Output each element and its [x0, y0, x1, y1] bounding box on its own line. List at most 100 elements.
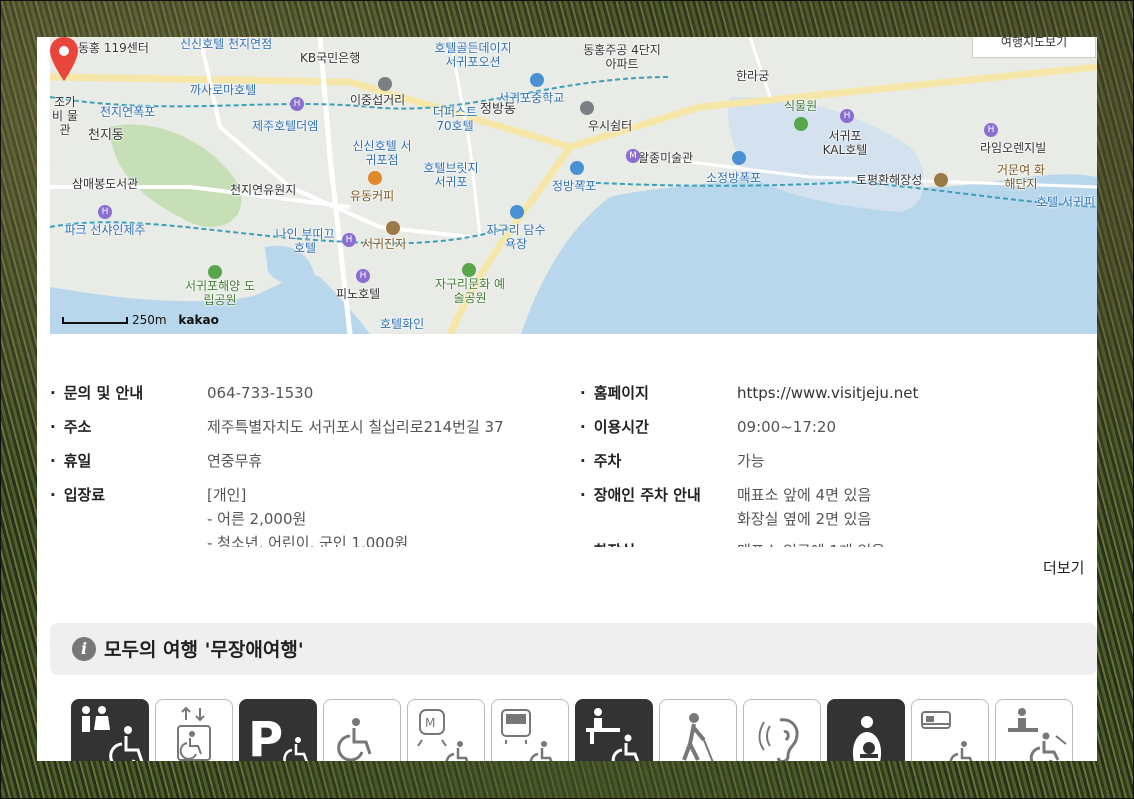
bank-icon — [378, 77, 392, 91]
map-label: 서귀포해양 도립공원 — [184, 279, 256, 307]
map-label: 이중섭거리 — [350, 93, 406, 107]
info-key: 화장실 — [580, 539, 635, 547]
visually-impaired-icon[interactable] — [659, 699, 737, 761]
info-key: 휴일 — [50, 449, 92, 473]
accessible-service-icon — [1008, 708, 1067, 761]
more-button[interactable]: 더보기 — [1043, 557, 1084, 578]
hotel-icon: H — [290, 97, 304, 111]
map-label: 자구리 담수욕장 — [486, 223, 546, 251]
ramp-wheelchair-icon[interactable] — [323, 699, 401, 761]
map-view[interactable]: 동홍 119센터 신신호텔 천지연점 KB국민은행 호텔골든데이지 서귀포오션 … — [50, 37, 1097, 334]
map-label: 서귀포 KAL호텔 — [822, 129, 868, 157]
nursing-room-icon — [853, 716, 881, 761]
map-scale: 250m kakao — [62, 313, 219, 327]
map-label: 왈종미술관 — [638, 151, 694, 165]
bus-wheelchair-icon[interactable] — [491, 699, 569, 761]
info-circle-icon: i — [72, 637, 96, 661]
hotel-icon: H — [356, 269, 370, 283]
info-value: 연중무휴 — [207, 452, 263, 470]
sight-icon — [530, 73, 544, 87]
barrier-free-section-header: i 모두의 여행 '무장애여행' — [50, 623, 1097, 675]
info-value: 09:00~17:20 — [737, 418, 837, 436]
info-desk-wheelchair-icon[interactable] — [575, 699, 653, 761]
parking-wheelchair-icon: P — [248, 712, 308, 761]
map-label: 토평환해장성 — [856, 173, 923, 187]
map-label: 자구리문화 예술공원 — [434, 277, 506, 305]
elevator-wheelchair-icon — [177, 706, 211, 761]
subway-wheelchair-icon: M — [417, 709, 469, 761]
accessible-service-icon[interactable] — [995, 699, 1073, 761]
map-label: 신신호텔 천지연점 — [180, 37, 273, 51]
bus-wheelchair-icon — [501, 709, 553, 761]
map-label: 한라궁 — [736, 69, 770, 83]
homepage-link[interactable]: https://www.visitjeju.net — [737, 381, 918, 405]
beach-icon — [510, 205, 524, 219]
park-icon — [208, 265, 222, 279]
school-icon — [580, 101, 594, 115]
info-value: [개인] — [207, 486, 247, 504]
map-label: 천지연유원지 — [230, 183, 297, 197]
ramp-wheelchair-icon — [337, 718, 400, 761]
restroom-wheelchair-icon — [82, 706, 144, 761]
map-label: 소정방폭포 — [706, 171, 762, 185]
info-key: 입장료 — [50, 483, 105, 507]
info-value: 제주특별자치도 서귀포시 칠십리로214번길 37 — [207, 418, 504, 436]
map-label: 조가비 물관 — [52, 95, 78, 137]
accessible-room-icon[interactable] — [911, 699, 989, 761]
info-desk-wheelchair-icon — [586, 708, 640, 761]
info-key: 주소 — [50, 415, 92, 439]
attraction-detail-panel: 동홍 119센터 신신호텔 천지연점 KB국민은행 호텔골든데이지 서귀포오션 … — [37, 37, 1097, 761]
info-value: 매표소 앞에 4면 있음 — [737, 486, 872, 504]
info-key: 홈페이지 — [580, 381, 649, 405]
svg-text:M: M — [425, 716, 435, 730]
subway-wheelchair-icon[interactable]: M — [407, 699, 485, 761]
map-label: 식물원 — [784, 99, 818, 113]
map-provider-logo: kakao — [178, 313, 219, 327]
info-value: - 어른 2,000원 — [207, 510, 307, 528]
park-icon — [462, 263, 476, 277]
map-label: 나인 부띠끄호텔 — [275, 227, 335, 255]
nursing-room-icon[interactable] — [827, 699, 905, 761]
info-value: 가능 — [737, 452, 765, 470]
map-label: 동홍 119센터 — [78, 41, 149, 55]
museum-icon: M — [626, 149, 640, 163]
restroom-wheelchair-icon[interactable] — [71, 699, 149, 761]
section-title: 모두의 여행 '무장애여행' — [104, 639, 304, 661]
map-view-button[interactable]: 여행지도보기 — [972, 37, 1096, 58]
map-label: 파크 선샤인제주 — [64, 223, 146, 237]
info-value: 매표소 입구에 1개 있음 — [737, 539, 885, 547]
map-label: 라임오렌지빌 — [980, 141, 1047, 155]
map-label: 호텔 서귀피 — [1036, 195, 1096, 209]
map-label: 더퍼스트 70호텔 — [432, 105, 478, 133]
accessible-room-icon — [921, 711, 973, 761]
info-row-disabled-parking: 장애인 주차 안내 매표소 앞에 4면 있음 화장실 옆에 2면 있음 — [580, 483, 1080, 533]
scale-bar — [62, 317, 128, 324]
heritage-icon — [934, 173, 948, 187]
scale-label: 250m — [132, 313, 167, 327]
map-label: KB국민은행 — [300, 51, 361, 65]
map-label: 서귀진지 — [362, 237, 407, 251]
cafe-icon — [368, 171, 382, 185]
map-label: 천지연폭포 — [100, 105, 156, 119]
map-label: 삼매봉도서관 — [72, 177, 139, 191]
map-label: 제주호텔더엠 — [252, 119, 319, 133]
parking-wheelchair-icon[interactable]: P — [239, 699, 317, 761]
location-marker-icon[interactable] — [50, 37, 78, 81]
waterfall-icon — [570, 161, 584, 175]
info-key: 장애인 주차 안내 — [580, 483, 701, 507]
svg-text:P: P — [248, 712, 283, 761]
waterfall-icon — [732, 151, 746, 165]
info-table: 문의 및 안내 064-733-1530 주소 제주특별자치도 서귀포시 칠십리… — [50, 377, 1097, 547]
hotel-icon: H — [984, 123, 998, 137]
hearing-impaired-icon — [758, 718, 799, 761]
map-label: 유동커피 — [350, 189, 395, 203]
hearing-impaired-icon[interactable] — [743, 699, 821, 761]
map-label: 우시쉼터 — [588, 119, 633, 133]
garden-icon — [794, 117, 808, 131]
info-key: 주차 — [580, 449, 622, 473]
map-label: 정방동 — [480, 102, 516, 117]
info-key: 문의 및 안내 — [50, 381, 143, 405]
map-label: 거문여 화해단지 — [997, 163, 1045, 191]
visually-impaired-icon — [682, 713, 714, 761]
elevator-wheelchair-icon[interactable] — [155, 699, 233, 761]
